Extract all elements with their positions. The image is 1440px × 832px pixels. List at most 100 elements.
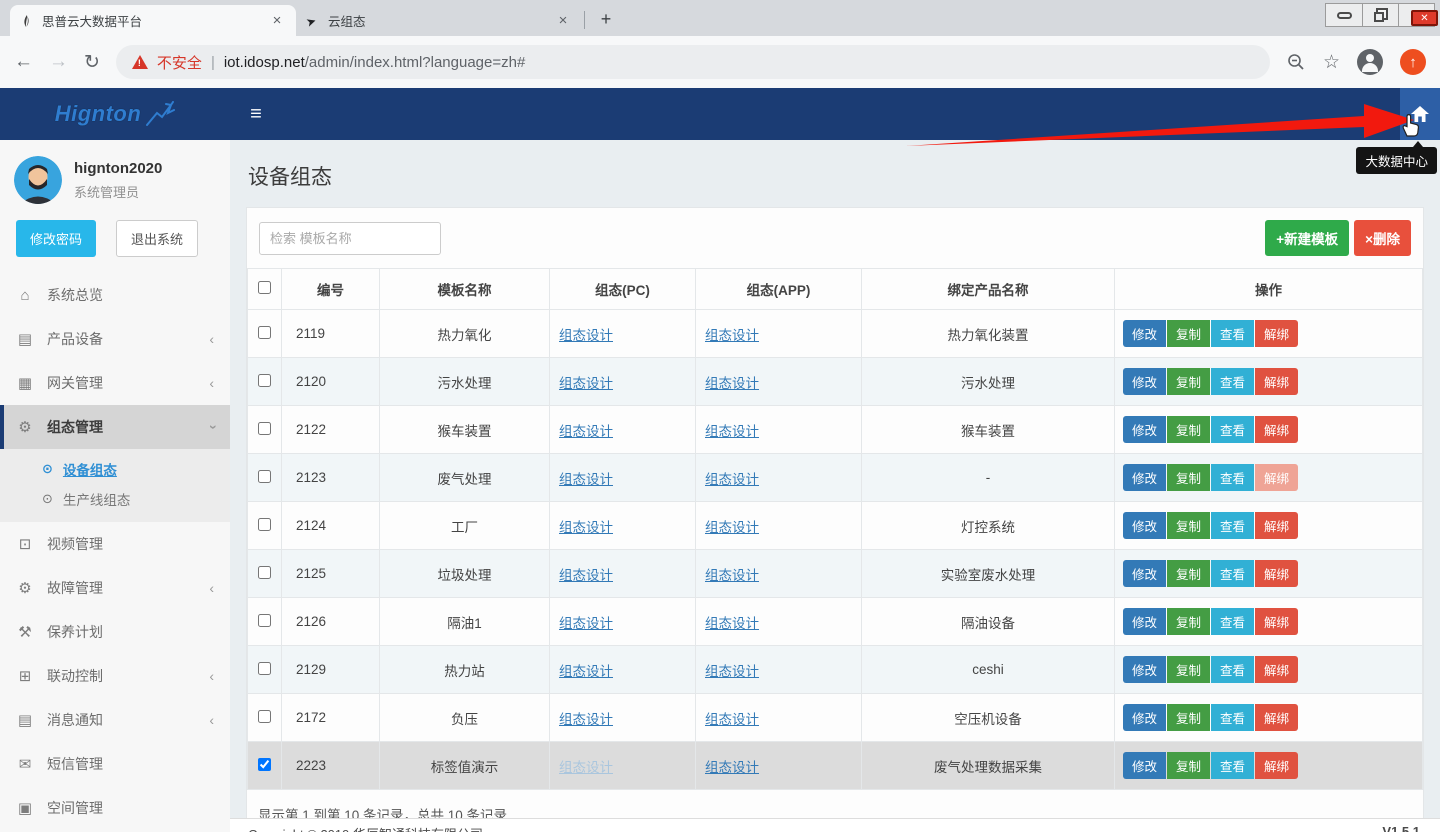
remote-close-badge[interactable]: ✕ bbox=[1411, 10, 1438, 26]
pc-design-link[interactable]: 组态设计 bbox=[559, 424, 613, 439]
sidebar-item-视频管理[interactable]: ⊡视频管理 bbox=[0, 522, 230, 566]
unbind-button[interactable]: 解绑 bbox=[1255, 512, 1298, 539]
pc-design-link[interactable]: 组态设计 bbox=[559, 472, 613, 487]
pc-design-link[interactable]: 组态设计 bbox=[559, 376, 613, 391]
sidebar-item-系统总览[interactable]: ⌂系统总览 bbox=[0, 273, 230, 317]
sidebar-item-联动控制[interactable]: ⊞联动控制‹ bbox=[0, 654, 230, 698]
copy-button[interactable]: 复制 bbox=[1167, 512, 1210, 539]
edit-button[interactable]: 修改 bbox=[1123, 656, 1166, 683]
app-design-link[interactable]: 组态设计 bbox=[705, 424, 759, 439]
unbind-button[interactable]: 解绑 bbox=[1255, 704, 1298, 731]
sidebar-item-短信管理[interactable]: ✉短信管理 bbox=[0, 742, 230, 786]
copy-button[interactable]: 复制 bbox=[1167, 608, 1210, 635]
pc-design-link[interactable]: 组态设计 bbox=[559, 568, 613, 583]
app-design-link[interactable]: 组态设计 bbox=[705, 760, 759, 775]
view-button[interactable]: 查看 bbox=[1211, 560, 1254, 587]
app-design-link[interactable]: 组态设计 bbox=[705, 664, 759, 679]
view-button[interactable]: 查看 bbox=[1211, 608, 1254, 635]
browser-tab-inactive[interactable]: ➤ 云组态 × bbox=[296, 5, 582, 36]
unbind-button[interactable]: 解绑 bbox=[1255, 656, 1298, 683]
close-button[interactable]: ✕ ✕ bbox=[1398, 4, 1434, 26]
sidebar-item-消息通知[interactable]: ▤消息通知‹ bbox=[0, 698, 230, 742]
row-checkbox[interactable] bbox=[258, 470, 271, 483]
reload-button[interactable]: ↻ bbox=[84, 51, 100, 74]
unbind-button[interactable]: 解绑 bbox=[1255, 368, 1298, 395]
big-data-center-home-button[interactable] bbox=[1400, 88, 1440, 140]
copy-button[interactable]: 复制 bbox=[1167, 656, 1210, 683]
app-design-link[interactable]: 组态设计 bbox=[705, 616, 759, 631]
copy-button[interactable]: 复制 bbox=[1167, 368, 1210, 395]
copy-button[interactable]: 复制 bbox=[1167, 752, 1210, 779]
sidebar-item-网关管理[interactable]: ▦网关管理‹ bbox=[0, 361, 230, 405]
unbind-button[interactable]: 解绑 bbox=[1255, 416, 1298, 443]
browser-update-icon[interactable]: ↑ bbox=[1400, 49, 1426, 75]
back-button[interactable]: ← bbox=[14, 51, 33, 73]
forward-button[interactable]: → bbox=[49, 51, 68, 73]
edit-button[interactable]: 修改 bbox=[1123, 752, 1166, 779]
edit-button[interactable]: 修改 bbox=[1123, 560, 1166, 587]
tab-close-icon[interactable]: × bbox=[554, 12, 572, 29]
app-design-link[interactable]: 组态设计 bbox=[705, 376, 759, 391]
row-checkbox[interactable] bbox=[258, 758, 271, 771]
minimize-button[interactable] bbox=[1326, 4, 1362, 26]
row-checkbox[interactable] bbox=[258, 422, 271, 435]
pc-design-link[interactable]: 组态设计 bbox=[559, 328, 613, 343]
pc-design-link[interactable]: 组态设计 bbox=[559, 760, 613, 775]
view-button[interactable]: 查看 bbox=[1211, 656, 1254, 683]
sidebar-subitem-生产线组态[interactable]: ⊙生产线组态 bbox=[0, 484, 230, 514]
sidebar-item-组态管理[interactable]: ⚙组态管理‹ bbox=[0, 405, 230, 449]
browser-tab-active[interactable]: 思普云大数据平台 × bbox=[10, 5, 296, 36]
view-button[interactable]: 查看 bbox=[1211, 368, 1254, 395]
edit-button[interactable]: 修改 bbox=[1123, 704, 1166, 731]
row-checkbox[interactable] bbox=[258, 326, 271, 339]
sidebar-item-保养计划[interactable]: ⚒保养计划 bbox=[0, 610, 230, 654]
view-button[interactable]: 查看 bbox=[1211, 416, 1254, 443]
copy-button[interactable]: 复制 bbox=[1167, 320, 1210, 347]
row-checkbox[interactable] bbox=[258, 662, 271, 675]
restore-button[interactable] bbox=[1362, 4, 1398, 26]
edit-button[interactable]: 修改 bbox=[1123, 416, 1166, 443]
unbind-button[interactable]: 解绑 bbox=[1255, 320, 1298, 347]
unbind-button[interactable]: 解绑 bbox=[1255, 752, 1298, 779]
bookmark-star-icon[interactable]: ☆ bbox=[1323, 51, 1340, 74]
sidebar-item-产品设备[interactable]: ▤产品设备‹ bbox=[0, 317, 230, 361]
edit-button[interactable]: 修改 bbox=[1123, 512, 1166, 539]
unbind-button[interactable]: 解绑 bbox=[1255, 560, 1298, 587]
app-design-link[interactable]: 组态设计 bbox=[705, 472, 759, 487]
row-checkbox[interactable] bbox=[258, 518, 271, 531]
row-checkbox[interactable] bbox=[258, 710, 271, 723]
app-design-link[interactable]: 组态设计 bbox=[705, 520, 759, 535]
app-design-link[interactable]: 组态设计 bbox=[705, 568, 759, 583]
view-button[interactable]: 查看 bbox=[1211, 704, 1254, 731]
view-button[interactable]: 查看 bbox=[1211, 512, 1254, 539]
delete-button[interactable]: ×删除 bbox=[1354, 220, 1411, 256]
not-secure-label[interactable]: 不安全 bbox=[157, 52, 202, 73]
app-design-link[interactable]: 组态设计 bbox=[705, 712, 759, 727]
pc-design-link[interactable]: 组态设计 bbox=[559, 712, 613, 727]
new-tab-button[interactable]: + bbox=[593, 6, 619, 32]
view-button[interactable]: 查看 bbox=[1211, 752, 1254, 779]
new-template-button[interactable]: +新建模板 bbox=[1265, 220, 1349, 256]
sidebar-item-空间管理[interactable]: ▣空间管理 bbox=[0, 786, 230, 830]
pc-design-link[interactable]: 组态设计 bbox=[559, 520, 613, 535]
brand-logo[interactable]: Hignton bbox=[0, 88, 230, 140]
unbind-button[interactable]: 解绑 bbox=[1255, 464, 1298, 491]
unbind-button[interactable]: 解绑 bbox=[1255, 608, 1298, 635]
edit-button[interactable]: 修改 bbox=[1123, 464, 1166, 491]
tab-close-icon[interactable]: × bbox=[268, 12, 286, 29]
zoom-out-icon[interactable] bbox=[1286, 52, 1306, 72]
select-all-checkbox[interactable] bbox=[258, 281, 271, 294]
view-button[interactable]: 查看 bbox=[1211, 320, 1254, 347]
address-bar[interactable]: ! 不安全 | iot.idosp.net/admin/index.html?l… bbox=[116, 45, 1270, 79]
change-password-button[interactable]: 修改密码 bbox=[16, 220, 96, 257]
pc-design-link[interactable]: 组态设计 bbox=[559, 616, 613, 631]
edit-button[interactable]: 修改 bbox=[1123, 320, 1166, 347]
edit-button[interactable]: 修改 bbox=[1123, 368, 1166, 395]
sidebar-subitem-设备组态[interactable]: ⊙设备组态 bbox=[0, 454, 230, 484]
copy-button[interactable]: 复制 bbox=[1167, 416, 1210, 443]
sidebar-toggle-button[interactable]: ≡ bbox=[230, 88, 282, 140]
row-checkbox[interactable] bbox=[258, 614, 271, 627]
copy-button[interactable]: 复制 bbox=[1167, 704, 1210, 731]
logout-button[interactable]: 退出系统 bbox=[116, 220, 198, 257]
view-button[interactable]: 查看 bbox=[1211, 464, 1254, 491]
